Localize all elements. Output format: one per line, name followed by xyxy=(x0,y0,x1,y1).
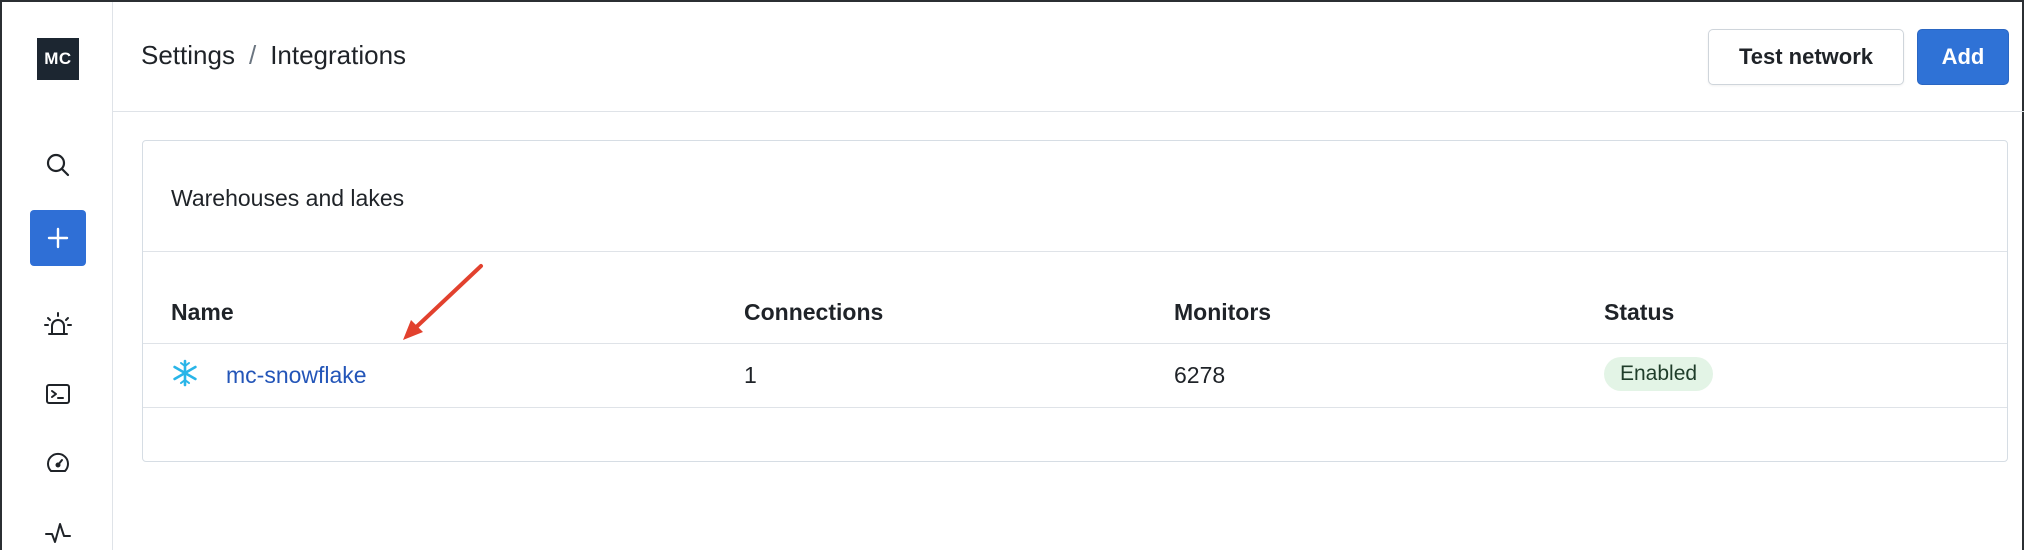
connections-count: 1 xyxy=(744,362,757,388)
column-header-name[interactable]: Name xyxy=(171,299,234,326)
card-title: Warehouses and lakes xyxy=(171,185,405,211)
siren-icon xyxy=(44,312,72,335)
column-header-status[interactable]: Status xyxy=(1604,299,1674,326)
add-button[interactable]: Add xyxy=(1917,29,2009,85)
snowflake-icon xyxy=(173,359,197,387)
breadcrumb: Settings / Integrations xyxy=(141,40,406,71)
sidebar-item-terminal[interactable] xyxy=(30,366,86,422)
sidebar-item-search[interactable] xyxy=(30,137,86,193)
terminal-icon xyxy=(46,384,70,404)
status-badge: Enabled xyxy=(1604,357,1714,391)
sidebar-item-dashboard[interactable] xyxy=(30,435,86,491)
sidebar-item-add[interactable] xyxy=(30,210,86,266)
breadcrumb-settings[interactable]: Settings xyxy=(141,40,235,71)
sidebar-item-activity[interactable] xyxy=(30,504,86,550)
search-icon xyxy=(46,153,70,177)
monitors-count: 6278 xyxy=(1174,362,1226,388)
divider xyxy=(143,407,2007,408)
sidebar: MC xyxy=(2,2,113,550)
integration-name-link[interactable]: mc-snowflake xyxy=(226,362,367,389)
sidebar-item-alerts[interactable] xyxy=(30,297,86,353)
pulse-icon xyxy=(45,523,71,543)
breadcrumb-integrations: Integrations xyxy=(270,40,407,70)
annotation-arrow-icon xyxy=(403,264,483,340)
plus-icon xyxy=(47,227,69,249)
page-header: Settings / Integrations Test network Add xyxy=(113,2,2024,112)
column-header-monitors[interactable]: Monitors xyxy=(1174,299,1271,326)
test-network-button[interactable]: Test network xyxy=(1708,29,1904,85)
breadcrumb-separator: / xyxy=(248,40,257,70)
gauge-icon xyxy=(47,452,69,472)
divider xyxy=(143,251,2007,252)
column-header-connections[interactable]: Connections xyxy=(744,299,883,326)
app-logo[interactable]: MC xyxy=(37,38,79,80)
